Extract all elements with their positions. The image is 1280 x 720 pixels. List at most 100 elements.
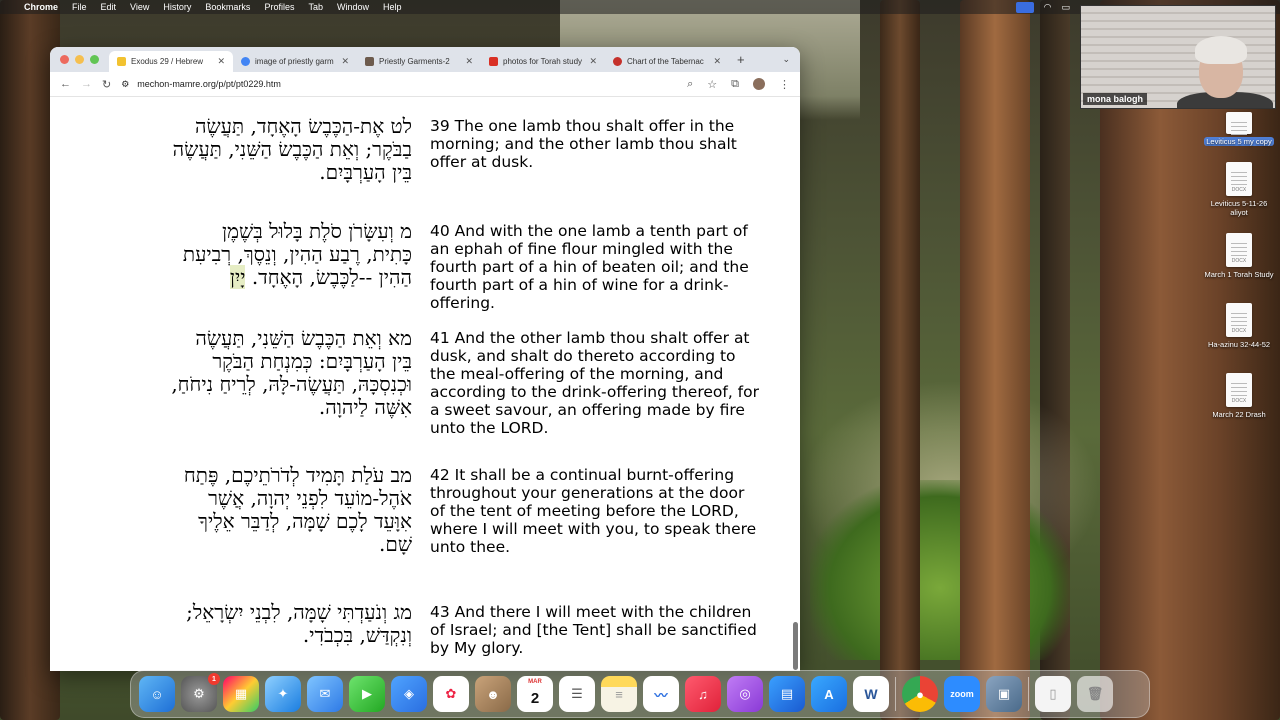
tab-image-search[interactable]: image of priestly garm ✕	[233, 51, 357, 72]
menu-history[interactable]: History	[163, 2, 191, 12]
calendar-icon[interactable]: MAR 2	[517, 676, 553, 712]
launchpad-icon[interactable]: ▦	[223, 676, 259, 712]
address-bar[interactable]: ⚙ mechon-mamre.org/p/pt/pt0229.htm	[121, 79, 677, 90]
freeform-icon[interactable]: 〰	[643, 676, 679, 712]
google-favicon-icon	[241, 57, 250, 66]
site-info-icon[interactable]: ⚙	[121, 79, 129, 90]
tab-title: Exodus 29 / Hebrew	[131, 57, 204, 66]
maximize-window-button[interactable]	[90, 55, 99, 64]
english-text: 42 It shall be a continual burnt-offerin…	[430, 466, 757, 556]
profile-avatar-icon[interactable]	[753, 78, 765, 90]
menu-view[interactable]: View	[130, 2, 149, 12]
zoom-app-icon[interactable]: zoom	[944, 676, 980, 712]
keynote-icon[interactable]: ▤	[769, 676, 805, 712]
safari-icon[interactable]: ✦	[265, 676, 301, 712]
dock-separator	[895, 677, 896, 711]
tab-close-icon[interactable]: ✕	[713, 56, 721, 67]
hebrew-text: מג וְנֹעַדְתִּי שָׁמָּה, לִבְנֵי יִשְׂרָ…	[186, 600, 412, 647]
battery-icon[interactable]: ▭	[1061, 2, 1070, 13]
zoom-magnifier-icon[interactable]: ⌕	[687, 78, 693, 91]
podcasts-icon[interactable]: ◎	[727, 676, 763, 712]
page-scrollbar[interactable]	[793, 622, 798, 670]
tab-close-icon[interactable]: ✕	[341, 56, 349, 67]
forward-arrow-icon[interactable]: →	[81, 78, 92, 90]
contacts-icon[interactable]: ☻	[475, 676, 511, 712]
facetime-icon[interactable]: ▶	[349, 676, 385, 712]
word-icon[interactable]: W	[853, 676, 889, 712]
url-text[interactable]: mechon-mamre.org/p/pt/pt0229.htm	[137, 79, 281, 89]
menu-bookmarks[interactable]: Bookmarks	[205, 2, 250, 12]
mail-icon[interactable]: ✉	[307, 676, 343, 712]
site-favicon-icon	[365, 57, 374, 66]
reload-icon[interactable]: ↻	[102, 78, 111, 91]
preview-icon[interactable]: ▣	[986, 676, 1022, 712]
tab-close-icon[interactable]: ✕	[589, 56, 597, 67]
dock-separator	[1028, 677, 1029, 711]
menu-help[interactable]: Help	[383, 2, 402, 12]
hebrew-text: מ וְעִשָּׂרֹן סֹלֶת בָּלוּל בְּשֶׁמֶן כָ…	[182, 219, 412, 289]
document-icon: DOCX	[1226, 373, 1252, 407]
document-icon: DOCX	[1226, 162, 1252, 196]
highlighted-word: יָיִן	[229, 265, 246, 289]
bookmark-star-icon[interactable]: ☆	[707, 78, 717, 91]
tab-title: Priestly Garments-2	[379, 57, 450, 66]
menu-file[interactable]: File	[72, 2, 87, 12]
chrome-icon[interactable]: ●	[902, 676, 938, 712]
chrome-menu-icon[interactable]: ⋮	[779, 78, 790, 91]
tab-gmail[interactable]: photos for Torah study ✕	[481, 51, 605, 72]
page-content: לט אֶת-הַכֶּבֶשׂ הָאֶחָד, תַּעֲשֶׂה בַבֹ…	[50, 97, 800, 671]
tab-title: Chart of the Tabernac	[627, 57, 704, 66]
trash-icon[interactable]: 🗑	[1077, 676, 1113, 712]
wifi-icon[interactable]: ◠	[1044, 2, 1052, 13]
downloads-stack-icon[interactable]: ▯	[1035, 676, 1071, 712]
back-arrow-icon[interactable]: ←	[60, 78, 71, 90]
file-label: March 1 Torah Study	[1204, 270, 1274, 279]
desktop-file-march-1[interactable]: DOCX March 1 Torah Study	[1204, 233, 1274, 279]
screen-share-icon[interactable]	[1015, 1, 1034, 13]
english-text: 41 And the other lamb thou shalt offer a…	[430, 329, 759, 437]
hebrew-text: מא וְאֵת הַכֶּבֶשׂ הַשֵּׁנִי, תַּעֲשֶׂה …	[171, 326, 412, 419]
photos-icon[interactable]: ✿	[433, 676, 469, 712]
file-label: Leviticus 5-11-26 aliyot	[1210, 199, 1268, 217]
file-label: Leviticus 5 my copy	[1204, 137, 1274, 146]
tab-tabernacle-chart[interactable]: Chart of the Tabernac ✕	[605, 51, 729, 72]
tab-strip: Exodus 29 / Hebrew ✕ image of priestly g…	[50, 47, 800, 72]
minimize-window-button[interactable]	[75, 55, 84, 64]
file-label: March 22 Drash	[1212, 410, 1266, 419]
music-icon[interactable]: ♫	[685, 676, 721, 712]
window-controls	[50, 55, 109, 64]
tab-priestly-garments[interactable]: Priestly Garments-2 ✕	[357, 51, 481, 72]
menu-window[interactable]: Window	[337, 2, 369, 12]
system-settings-icon[interactable]: ⚙ 1	[181, 673, 220, 712]
zoom-video-tile[interactable]: mona balogh	[1080, 5, 1276, 109]
maps-icon[interactable]: ◈	[391, 676, 427, 712]
notes-icon[interactable]: ≡	[601, 676, 637, 712]
site-favicon-icon	[117, 57, 126, 66]
desktop-file-leviticus-5[interactable]: Leviticus 5 my copy	[1204, 112, 1274, 146]
english-text: 39 The one lamb thou shalt offer in the …	[430, 117, 737, 171]
hebrew-text: לט אֶת-הַכֶּבֶשׂ הָאֶחָד, תַּעֲשֶׂה בַבֹ…	[172, 114, 412, 184]
participant-name: mona balogh	[1083, 93, 1147, 105]
tab-exodus-29[interactable]: Exodus 29 / Hebrew ✕	[109, 51, 233, 72]
extensions-icon[interactable]: ⧉	[731, 78, 739, 91]
menu-profiles[interactable]: Profiles	[264, 2, 294, 12]
close-window-button[interactable]	[60, 55, 69, 64]
menu-tab[interactable]: Tab	[308, 2, 323, 12]
chrome-window: Exodus 29 / Hebrew ✕ image of priestly g…	[50, 47, 800, 671]
desktop-file-leviticus-aliyot[interactable]: DOCX Leviticus 5-11-26 aliyot	[1204, 162, 1274, 217]
reminders-icon[interactable]: ☰	[559, 676, 595, 712]
desktop-file-haazinu[interactable]: DOCX Ha-azinu 32-44-52	[1204, 303, 1274, 349]
document-icon	[1226, 112, 1252, 135]
tab-search-chevron-icon[interactable]: ⌄	[782, 54, 800, 65]
finder-icon[interactable]: ☺	[139, 676, 175, 712]
new-tab-button[interactable]: +	[729, 52, 753, 67]
participant-hair	[1195, 36, 1247, 64]
tab-close-icon[interactable]: ✕	[217, 56, 225, 67]
menu-edit[interactable]: Edit	[101, 2, 117, 12]
app-store-icon[interactable]: A	[811, 676, 847, 712]
desktop-file-march-22[interactable]: DOCX March 22 Drash	[1204, 373, 1274, 419]
tab-close-icon[interactable]: ✕	[465, 56, 473, 67]
gmail-favicon-icon	[489, 57, 498, 66]
file-label: Ha-azinu 32-44-52	[1207, 340, 1271, 349]
menu-app-name[interactable]: Chrome	[24, 2, 58, 12]
